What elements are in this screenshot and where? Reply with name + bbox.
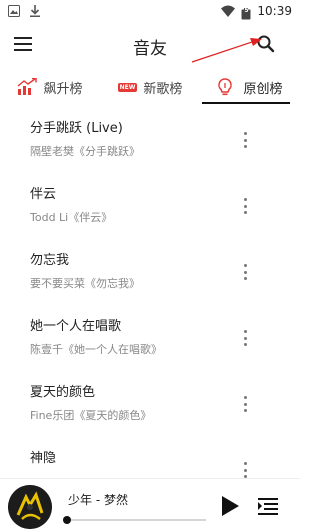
- list-item[interactable]: 她一个人在唱歌 陈壹千《她一个人在唱歌》: [0, 304, 300, 370]
- tab-new-songs[interactable]: NEW 新歌榜: [100, 70, 200, 104]
- song-title: 伴云: [30, 187, 57, 202]
- new-badge: NEW: [117, 82, 138, 92]
- song-title: 她一个人在唱歌: [30, 319, 122, 334]
- photo-icon: [8, 2, 20, 21]
- play-icon[interactable]: [220, 495, 240, 517]
- song-title: 勿忘我: [30, 253, 70, 268]
- chart-icon: [17, 77, 38, 96]
- download-icon: [30, 2, 40, 21]
- now-playing-title: 少年 - 梦然: [68, 493, 128, 507]
- song-title: 神隐: [30, 451, 57, 466]
- more-options-icon[interactable]: [244, 462, 248, 478]
- progress-knob[interactable]: [63, 516, 71, 524]
- status-time: 10:39: [257, 4, 292, 18]
- battery-icon: 5: [241, 5, 251, 20]
- wifi-icon: [221, 2, 236, 21]
- mini-player: 少年 - 梦然: [0, 478, 300, 532]
- more-options-icon[interactable]: [244, 330, 248, 346]
- song-artist: 隔壁老樊《分手跳跃》: [30, 145, 140, 158]
- battery-level: 5: [244, 7, 249, 14]
- tab-label: 新歌榜: [143, 81, 183, 97]
- song-title: 夏天的颜色: [30, 385, 96, 400]
- list-item[interactable]: 分手跳跃 (Live) 隔壁老樊《分手跳跃》: [0, 106, 300, 172]
- album-art[interactable]: [8, 485, 52, 529]
- song-list: 分手跳跃 (Live) 隔壁老樊《分手跳跃》 伴云 Todd Li《伴云》 勿忘…: [0, 106, 300, 478]
- list-item[interactable]: 勿忘我 要不要买菜《勿忘我》: [0, 238, 300, 304]
- list-item[interactable]: 伴云 Todd Li《伴云》: [0, 172, 300, 238]
- song-artist: 要不要买菜《勿忘我》: [30, 277, 140, 290]
- status-bar: 5 10:39: [0, 0, 300, 22]
- list-item[interactable]: 神隐: [0, 436, 300, 478]
- page-title: 音友: [133, 39, 167, 59]
- tab-rising[interactable]: 飙升榜: [0, 70, 100, 104]
- more-options-icon[interactable]: [244, 198, 248, 214]
- more-options-icon[interactable]: [244, 132, 248, 148]
- more-options-icon[interactable]: [244, 264, 248, 280]
- list-item[interactable]: 夏天的颜色 Fine乐团《夏天的颜色》: [0, 370, 300, 436]
- lightbulb-icon: [217, 78, 237, 96]
- chart-tabs: 飙升榜 NEW 新歌榜 原创榜: [0, 70, 300, 104]
- tab-label: 原创榜: [243, 81, 283, 97]
- playlist-icon[interactable]: [258, 497, 278, 515]
- search-icon[interactable]: [256, 34, 276, 54]
- song-artist: Todd Li《伴云》: [30, 211, 113, 224]
- more-options-icon[interactable]: [244, 396, 248, 412]
- song-title: 分手跳跃 (Live): [30, 121, 123, 136]
- progress-bar[interactable]: [63, 516, 206, 524]
- tab-label: 飙升榜: [43, 81, 83, 97]
- app-header: 音友: [0, 26, 300, 62]
- song-artist: 陈壹千《她一个人在唱歌》: [30, 343, 162, 356]
- song-artist: Fine乐团《夏天的颜色》: [30, 409, 152, 422]
- tab-original[interactable]: 原创榜: [200, 70, 300, 104]
